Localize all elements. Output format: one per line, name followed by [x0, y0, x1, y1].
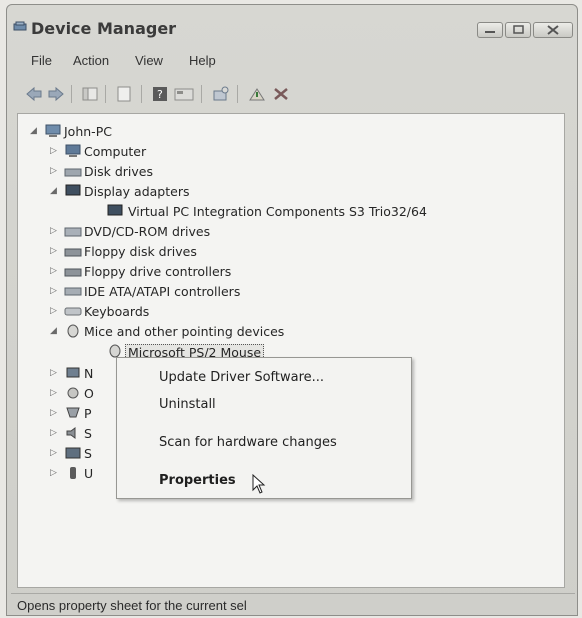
menu-view[interactable]: View — [135, 53, 163, 68]
expand-arrow-icon[interactable]: ▷ — [50, 428, 57, 438]
mouse-pointer-icon — [252, 474, 266, 494]
computer-root-icon — [45, 124, 61, 137]
uninstall-menu-item[interactable]: Uninstall — [159, 397, 216, 412]
status-text: Opens property sheet for the current sel — [17, 598, 247, 613]
expand-arrow-icon[interactable]: ▷ — [50, 368, 57, 378]
update-driver-menu-item[interactable]: Update Driver Software... — [159, 370, 324, 385]
sound-device-icon — [66, 427, 76, 439]
tree-item-label: S — [84, 426, 92, 441]
window-title: Device Manager — [31, 19, 177, 38]
toolbar: ? — [7, 77, 577, 109]
expand-arrow-icon[interactable]: ▷ — [50, 166, 57, 176]
mouse-icon — [109, 344, 121, 358]
update-driver-icon[interactable] — [247, 85, 267, 103]
expand-arrow-icon[interactable]: ▷ — [50, 448, 57, 458]
controller-icon — [64, 268, 82, 277]
status-bar: Opens property sheet for the current sel — [11, 593, 575, 618]
tree-item-label: Floppy drive controllers — [84, 264, 232, 279]
device-manager-icon — [13, 21, 27, 31]
title-bar[interactable]: Device Manager — [7, 5, 577, 43]
unknown-device-icon — [67, 387, 79, 399]
properties-pane-icon[interactable] — [115, 85, 133, 103]
usb-controller-icon — [70, 467, 76, 479]
ide-controller-icon — [64, 287, 82, 296]
close-icon — [547, 25, 559, 35]
disk-drive-icon — [64, 168, 82, 177]
close-button[interactable] — [533, 22, 573, 38]
computer-icon — [65, 144, 81, 157]
svg-text:?: ? — [157, 88, 163, 101]
help-icon[interactable]: ? — [151, 85, 169, 103]
tree-item-label: Display adapters — [84, 184, 190, 199]
device-properties-icon[interactable] — [173, 85, 195, 103]
expand-arrow-icon[interactable]: ▷ — [50, 388, 57, 398]
tree-item-label: Computer — [84, 144, 147, 159]
maximize-icon — [513, 25, 524, 34]
network-adapter-icon — [66, 367, 80, 378]
tree-item-label: Disk drives — [84, 164, 153, 179]
device-tree[interactable]: ◢ John-PC ▷ Computer ▷ Disk drives ◢ Dis… — [17, 113, 565, 588]
collapse-arrow-icon[interactable]: ◢ — [50, 326, 57, 336]
expand-arrow-icon[interactable]: ▷ — [50, 408, 57, 418]
toolbar-separator — [141, 85, 142, 103]
minimize-button[interactable] — [477, 22, 503, 38]
expand-arrow-icon[interactable]: ▷ — [50, 286, 57, 296]
collapse-arrow-icon[interactable]: ◢ — [50, 186, 57, 196]
floppy-drive-icon — [64, 248, 82, 257]
menu-bar: File Action View Help — [7, 51, 577, 73]
tree-item-label: Keyboards — [84, 304, 150, 319]
system-device-icon — [65, 447, 81, 459]
scan-hardware-menu-item[interactable]: Scan for hardware changes — [159, 435, 337, 450]
expand-arrow-icon[interactable]: ▷ — [50, 226, 57, 236]
minimize-icon — [485, 31, 495, 33]
tree-item-label: Mice and other pointing devices — [84, 324, 285, 339]
menu-file[interactable]: File — [31, 53, 52, 68]
menu-help[interactable]: Help — [189, 53, 216, 68]
expand-arrow-icon[interactable]: ▷ — [50, 468, 57, 478]
toolbar-separator — [71, 85, 72, 103]
tree-item-label: Virtual PC Integration Components S3 Tri… — [128, 204, 427, 219]
keyboard-icon — [64, 307, 82, 316]
properties-menu-item[interactable]: Properties — [159, 473, 236, 488]
tree-item-label: S — [84, 446, 92, 461]
mouse-icon — [67, 324, 79, 338]
maximize-button[interactable] — [505, 22, 531, 38]
toolbar-separator — [201, 85, 202, 103]
device-manager-window: Device Manager File Action View Help ? ◢… — [6, 4, 578, 616]
uninstall-icon[interactable] — [271, 85, 291, 103]
toolbar-separator — [105, 85, 106, 103]
collapse-arrow-icon[interactable]: ◢ — [30, 126, 37, 136]
expand-arrow-icon[interactable]: ▷ — [50, 306, 57, 316]
dvd-drive-icon — [64, 227, 82, 237]
show-hide-console-tree-icon[interactable] — [81, 85, 99, 103]
tree-item-label: N — [84, 366, 94, 381]
display-adapter-icon — [65, 184, 81, 196]
port-icon — [66, 407, 80, 418]
tree-item-label: U — [84, 466, 94, 481]
tree-root-label: John-PC — [64, 124, 112, 139]
tree-item-label: IDE ATA/ATAPI controllers — [84, 284, 241, 299]
menu-action[interactable]: Action — [73, 53, 109, 68]
expand-arrow-icon[interactable]: ▷ — [50, 266, 57, 276]
tree-item-label: P — [84, 406, 92, 421]
expand-arrow-icon[interactable]: ▷ — [50, 146, 57, 156]
tree-item-label: Floppy disk drives — [84, 244, 197, 259]
back-arrow-icon[interactable] — [25, 85, 43, 103]
toolbar-separator — [237, 85, 238, 103]
window-controls — [477, 22, 573, 38]
display-adapter-icon — [107, 204, 123, 216]
expand-arrow-icon[interactable]: ▷ — [50, 246, 57, 256]
tree-item-label: O — [84, 386, 94, 401]
tree-item-label: DVD/CD-ROM drives — [84, 224, 211, 239]
forward-arrow-icon[interactable] — [47, 85, 65, 103]
scan-hardware-icon[interactable] — [211, 85, 231, 103]
